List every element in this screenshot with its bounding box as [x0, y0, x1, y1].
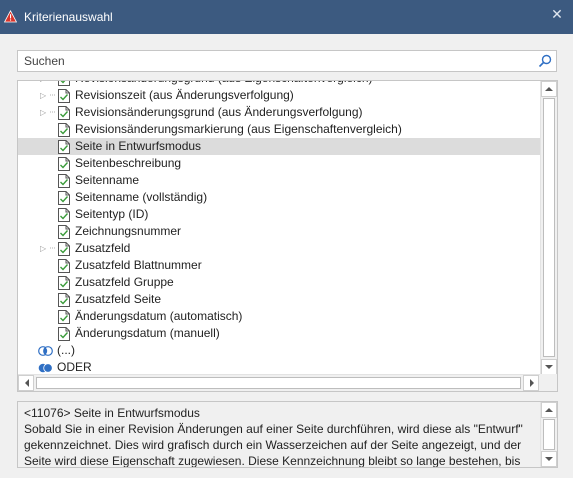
document-check-icon	[58, 276, 70, 290]
tree-row-label: Zusatzfeld Blattnummer	[75, 258, 202, 272]
venn-or-icon	[38, 363, 53, 373]
tree-row[interactable]: Zusatzfeld Seite	[18, 291, 540, 308]
tree-rows: ▷ Revisionsänderungsgrund (aus Eigenschaf…	[18, 80, 540, 376]
horizontal-scroll-thumb[interactable]	[36, 377, 521, 389]
venn-and-icon	[38, 346, 53, 356]
tree-row-label: Revisionsänderungsmarkierung (aus Eigens…	[75, 122, 402, 136]
expand-arrow-icon[interactable]: ▷	[40, 108, 48, 117]
tree-row-label: Revisionsänderungsgrund (aus Eigenschaft…	[75, 81, 373, 87]
document-check-icon	[58, 123, 70, 137]
scroll-up-button[interactable]	[541, 81, 557, 97]
scroll-corner	[540, 374, 557, 391]
tree-row-label: Seitenname (vollständig)	[75, 190, 208, 204]
document-check-icon	[58, 327, 70, 341]
tree-row[interactable]: (...)	[18, 342, 540, 359]
tree-row-label: Zusatzfeld	[75, 241, 131, 255]
desc-scroll-up-button[interactable]	[541, 402, 557, 418]
description-scrollbar[interactable]	[540, 402, 557, 467]
tree-row[interactable]: Zusatzfeld Blattnummer	[18, 257, 540, 274]
expand-arrow-icon[interactable]: ▷	[40, 244, 48, 253]
tree-row-label: Seitenbeschreibung	[75, 156, 182, 170]
description-text: <11076> Seite in Entwurfsmodus Sobald Si…	[24, 405, 534, 468]
tree-row[interactable]: Änderungsdatum (manuell)	[18, 325, 540, 342]
tree-row-label: Revisionszeit (aus Änderungsverfolgung)	[75, 88, 294, 102]
tree-row[interactable]: Seite in Entwurfsmodus	[18, 138, 540, 155]
tree-row-label: Revisionsänderungsgrund (aus Änderungsve…	[75, 105, 363, 119]
document-check-icon	[58, 106, 70, 120]
document-check-icon	[58, 259, 70, 273]
tree-row[interactable]: Änderungsdatum (automatisch)	[18, 308, 540, 325]
tree-row[interactable]: Zeichnungsnummer	[18, 223, 540, 240]
document-check-icon	[58, 293, 70, 307]
tree-row-label: Zusatzfeld Gruppe	[75, 275, 174, 289]
tree-row[interactable]: Revisionsänderungsmarkierung (aus Eigens…	[18, 121, 540, 138]
scroll-left-button[interactable]	[18, 375, 34, 391]
tree-row-label: Seite in Entwurfsmodus	[75, 139, 202, 153]
scroll-down-button[interactable]	[541, 359, 557, 375]
tree-connector-icon	[50, 94, 56, 96]
document-check-icon	[58, 208, 70, 222]
scroll-right-button[interactable]	[523, 375, 539, 391]
tree-connector-icon	[50, 111, 56, 113]
document-check-icon	[58, 89, 70, 103]
document-check-icon	[58, 310, 70, 324]
criteria-tree[interactable]: ▷ Revisionsänderungsgrund (aus Eigenschaf…	[17, 80, 558, 392]
title-bar: Kriterienauswahl ✕	[0, 0, 573, 34]
tree-vertical-scrollbar[interactable]	[540, 81, 557, 375]
tree-row[interactable]: Seitenbeschreibung	[18, 155, 540, 172]
description-heading: <11076> Seite in Entwurfsmodus	[24, 406, 200, 420]
description-panel: <11076> Seite in Entwurfsmodus Sobald Si…	[17, 401, 558, 468]
search-icon[interactable]	[538, 54, 552, 68]
scroll-up-icon	[545, 408, 553, 412]
desc-scroll-thumb[interactable]	[543, 419, 555, 450]
tree-horizontal-scrollbar[interactable]	[18, 374, 540, 391]
window-title: Kriterienauswahl	[24, 10, 113, 24]
tree-row-label: Zeichnungsnummer	[75, 224, 182, 238]
scroll-down-icon	[545, 365, 553, 369]
description-body: Sobald Sie in einer Revision Änderungen …	[24, 422, 523, 468]
search-input[interactable]	[24, 53, 524, 69]
scroll-right-icon	[530, 379, 534, 387]
document-check-icon	[58, 174, 70, 188]
tree-row-label: Zusatzfeld Seite	[75, 292, 162, 306]
document-check-icon	[58, 191, 70, 205]
scroll-down-icon	[545, 457, 553, 461]
tree-row-label: Seitentyp (ID)	[75, 207, 149, 221]
warning-app-icon	[4, 10, 17, 23]
close-icon[interactable]: ✕	[549, 6, 565, 22]
tree-row[interactable]: Seitenname	[18, 172, 540, 189]
desc-scroll-down-button[interactable]	[541, 451, 557, 467]
tree-connector-icon	[50, 247, 56, 249]
search-field[interactable]	[17, 50, 557, 72]
expand-arrow-icon[interactable]: ▷	[40, 91, 48, 100]
document-check-icon	[58, 225, 70, 239]
tree-row[interactable]: Seitenname (vollständig)	[18, 189, 540, 206]
tree-row[interactable]: ▷ Zusatzfeld	[18, 240, 540, 257]
scroll-up-icon	[545, 87, 553, 91]
scroll-left-icon	[25, 379, 29, 387]
tree-connector-icon	[50, 80, 56, 81]
tree-row-label: Änderungsdatum (automatisch)	[75, 309, 243, 323]
tree-row-label: (...)	[57, 343, 75, 357]
document-check-icon	[58, 242, 70, 256]
tree-row-label: Änderungsdatum (manuell)	[75, 326, 220, 340]
tree-row[interactable]: ▷ Revisionsänderungsgrund (aus Änderungsv…	[18, 104, 540, 121]
scroll-thumb[interactable]	[543, 98, 555, 357]
document-check-icon	[58, 157, 70, 171]
expand-arrow-icon[interactable]: ▷	[40, 81, 48, 83]
tree-row[interactable]: Seitentyp (ID)	[18, 206, 540, 223]
tree-row-label: Seitenname	[75, 173, 140, 187]
document-check-icon	[58, 81, 70, 86]
tree-row[interactable]: ▷ Revisionsänderungsgrund (aus Eigenschaf…	[18, 80, 540, 87]
document-check-icon	[58, 140, 70, 154]
tree-row[interactable]: ▷ Revisionszeit (aus Änderungsverfolgung)	[18, 87, 540, 104]
tree-row[interactable]: Zusatzfeld Gruppe	[18, 274, 540, 291]
